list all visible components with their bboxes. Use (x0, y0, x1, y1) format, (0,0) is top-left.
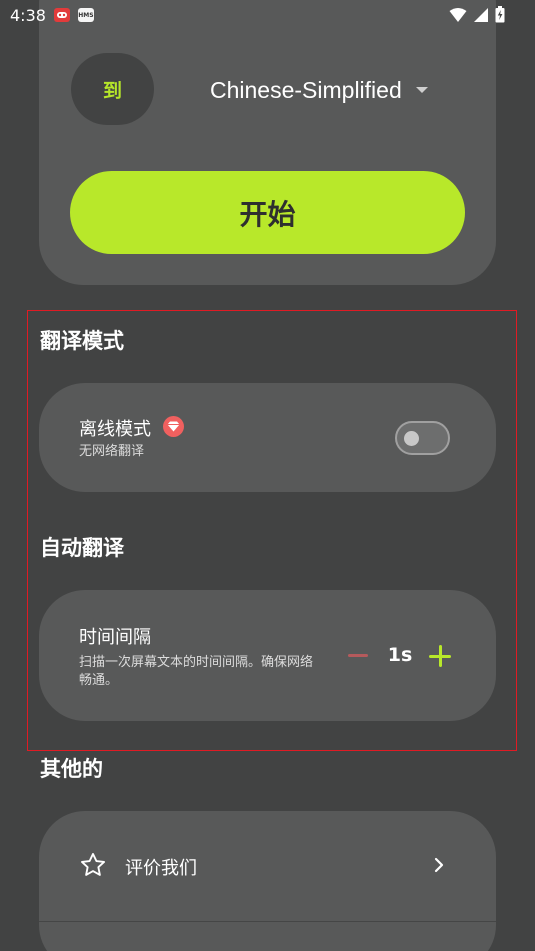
hms-icon: HMS (77, 8, 94, 22)
target-language-dropdown[interactable]: Chinese-Simplified (210, 72, 428, 108)
battery-charging-icon (495, 6, 505, 27)
chevron-right-icon (433, 855, 445, 879)
game-notification-icon (53, 8, 70, 22)
star-icon (79, 851, 107, 883)
caret-down-icon (415, 87, 428, 93)
other-section-title: 其他的 (40, 757, 103, 781)
status-bar: 4:38 HMS (0, 0, 535, 30)
status-time: 4:38 (10, 5, 46, 25)
highlight-box (27, 310, 517, 751)
target-language-label: Chinese-Simplified (210, 76, 402, 103)
rate-us-row[interactable]: 评价我们 (39, 811, 496, 921)
to-label-badge: 到 (71, 53, 154, 125)
signal-icon (473, 7, 489, 27)
divider (39, 921, 496, 922)
rate-us-label: 评价我们 (125, 858, 197, 879)
status-icons (449, 6, 505, 27)
wifi-icon (449, 7, 467, 27)
other-card: 评价我们 (39, 811, 496, 951)
start-button[interactable]: 开始 (70, 171, 465, 254)
